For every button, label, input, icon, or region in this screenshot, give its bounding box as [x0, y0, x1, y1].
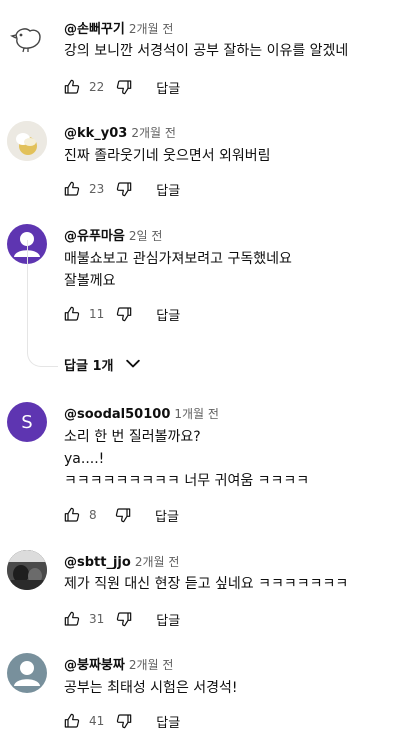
comment-meta: @손뻐꾸기 2개월 전: [64, 18, 173, 37]
reply-button[interactable]: 답글: [156, 610, 180, 629]
comment-time[interactable]: 2개월 전: [135, 555, 180, 569]
thumbs-up-icon[interactable]: [64, 611, 80, 627]
avatar-photo: [7, 550, 47, 590]
reply-thread-line: [27, 240, 58, 367]
comment-actions: 41 답글: [64, 709, 180, 733]
like-count: 41: [89, 714, 105, 728]
chevron-down-icon: [126, 359, 141, 368]
comment-line: 공부는 최태성 시험은 서경석!: [64, 680, 238, 696]
view-replies-button[interactable]: 답글 1개: [64, 354, 143, 374]
comment-actions: 11 답글: [64, 302, 180, 326]
comment-time[interactable]: 2개월 전: [129, 658, 174, 672]
comment-actions: 8 답글: [64, 503, 179, 527]
like-count: 8: [89, 508, 97, 522]
thumbs-up-icon[interactable]: [64, 713, 80, 729]
comment-actions: 23 답글: [64, 177, 180, 201]
like-count: 23: [89, 182, 105, 196]
comment-meta: @sbtt_jjo 2개월 전: [64, 551, 179, 570]
comment-author[interactable]: @sbtt_jjo: [64, 555, 131, 570]
comment-text: 소리 한 번 질러볼까요? ya....! ㅋㅋㅋㅋㅋㅋㅋㅋㅋ 너무 귀여움 ㅋ…: [64, 426, 309, 492]
avatar[interactable]: [7, 653, 47, 693]
like-count: 31: [89, 612, 105, 626]
thumbs-down-icon[interactable]: [115, 507, 131, 523]
bird-icon: [10, 28, 41, 53]
thumbs-up-icon[interactable]: [64, 79, 80, 95]
comment-line: ya....!: [64, 451, 105, 467]
like-count: 11: [89, 307, 105, 321]
avatar[interactable]: S: [7, 402, 47, 442]
comment-line: 매불쇼보고 관심가져보려고 구독했네요: [64, 251, 292, 267]
reply-button[interactable]: 답글: [156, 180, 180, 199]
thumbs-down-icon[interactable]: [116, 79, 132, 95]
comment-text: 매불쇼보고 관심가져보려고 구독했네요 잘볼께요: [64, 248, 292, 292]
comment-author[interactable]: @soodal50100: [64, 407, 170, 422]
comment-author[interactable]: @붕짜붕짜: [64, 658, 125, 673]
comment-author[interactable]: @유푸마음: [64, 229, 125, 244]
comment-line: ㅋㅋㅋㅋㅋㅋㅋㅋㅋ 너무 귀여움 ㅋㅋㅋㅋ: [64, 473, 310, 489]
comment-author[interactable]: @손뻐꾸기: [64, 22, 125, 37]
comment-meta: @soodal50100 1개월 전: [64, 403, 219, 422]
person-icon: [14, 661, 40, 686]
comment-line: 잘볼께요: [64, 273, 116, 289]
thumbs-down-icon[interactable]: [116, 306, 132, 322]
comment-text: 강의 보니깐 서경석이 공부 잘하는 이유를 알겠네: [64, 40, 348, 62]
comment-line: 소리 한 번 질러볼까요?: [64, 429, 201, 445]
avatar-photo: [7, 121, 47, 161]
avatar[interactable]: [7, 18, 47, 58]
thumbs-down-icon[interactable]: [116, 611, 132, 627]
avatar[interactable]: [7, 121, 47, 161]
comment-time[interactable]: 2개월 전: [131, 126, 176, 140]
comment-line: 제가 직원 대신 현장 듣고 싶네요 ㅋㅋㅋㅋㅋㅋㅋ: [64, 576, 349, 592]
comment-line: 강의 보니깐 서경석이 공부 잘하는 이유를 알겠네: [64, 43, 349, 59]
view-replies-label: 답글 1개: [64, 358, 114, 374]
comment-text: 공부는 최태성 시험은 서경석!: [64, 677, 238, 699]
like-count: 22: [89, 80, 105, 94]
thumbs-up-icon[interactable]: [64, 306, 80, 322]
comment-line: 진짜 졸라웃기네 웃으면서 외워버림: [64, 148, 271, 164]
comment-author[interactable]: @kk_y03: [64, 126, 127, 141]
avatar[interactable]: [7, 550, 47, 590]
thumbs-down-icon[interactable]: [116, 713, 132, 729]
comment-meta: @유푸마음 2일 전: [64, 225, 162, 244]
reply-button[interactable]: 답글: [155, 506, 179, 525]
comment-text: 진짜 졸라웃기네 웃으면서 외워버림: [64, 145, 271, 167]
comment-text: 제가 직원 대신 현장 듣고 싶네요 ㅋㅋㅋㅋㅋㅋㅋ: [64, 573, 348, 595]
comment-meta: @kk_y03 2개월 전: [64, 122, 176, 141]
comment-actions: 31 답글: [64, 607, 180, 631]
thumbs-up-icon[interactable]: [64, 181, 80, 197]
comment-meta: @붕짜붕짜 2개월 전: [64, 654, 173, 673]
comment-time[interactable]: 2일 전: [129, 229, 163, 243]
reply-button[interactable]: 답글: [156, 305, 180, 324]
avatar-letter: S: [21, 411, 33, 433]
comment-time[interactable]: 2개월 전: [129, 22, 174, 36]
comment-time[interactable]: 1개월 전: [174, 407, 219, 421]
reply-button[interactable]: 답글: [156, 78, 180, 97]
reply-button[interactable]: 답글: [156, 712, 180, 731]
comment-actions: 22 답글: [64, 75, 180, 99]
thumbs-down-icon[interactable]: [116, 181, 132, 197]
thumbs-up-icon[interactable]: [64, 507, 80, 523]
